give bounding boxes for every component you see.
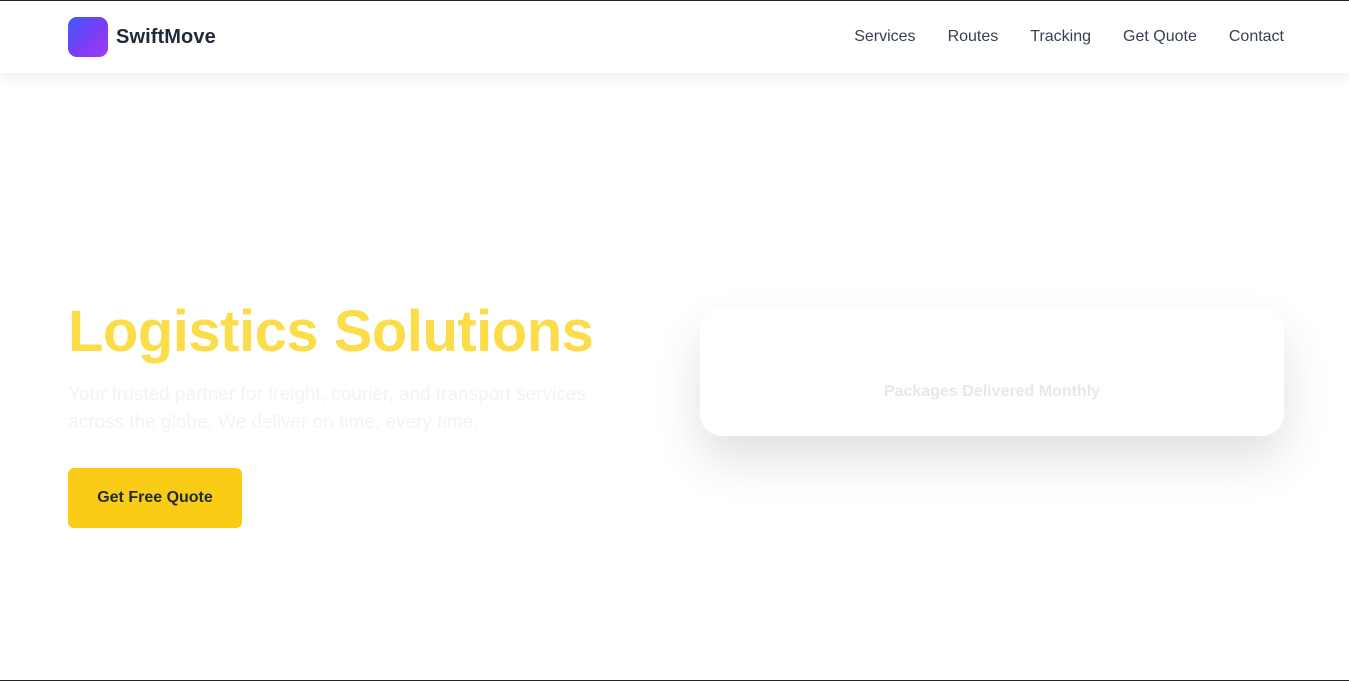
stat-card: Packages Delivered Monthly bbox=[700, 308, 1284, 436]
site-header: SwiftMove Services Routes Tracking Get Q… bbox=[0, 1, 1349, 73]
main-nav: Services Routes Tracking Get Quote Conta… bbox=[854, 1, 1284, 73]
get-free-quote-button[interactable]: Get Free Quote bbox=[68, 468, 242, 528]
nav-link-tracking[interactable]: Tracking bbox=[1030, 28, 1091, 46]
stat-label: Packages Delivered Monthly bbox=[883, 383, 1101, 400]
hero-subtitle: Your trusted partner for freight, courie… bbox=[68, 384, 586, 433]
nav-link-contact[interactable]: Contact bbox=[1229, 28, 1284, 46]
nav-link-services[interactable]: Services bbox=[854, 28, 915, 46]
nav-link-routes[interactable]: Routes bbox=[948, 28, 999, 46]
nav-link-get-quote[interactable]: Get Quote bbox=[1123, 28, 1197, 46]
brand-logo-link[interactable]: SwiftMove bbox=[68, 17, 216, 57]
hero-title: Logistics Solutions bbox=[68, 299, 594, 364]
logo-icon bbox=[68, 17, 108, 57]
brand-name: SwiftMove bbox=[116, 25, 216, 48]
